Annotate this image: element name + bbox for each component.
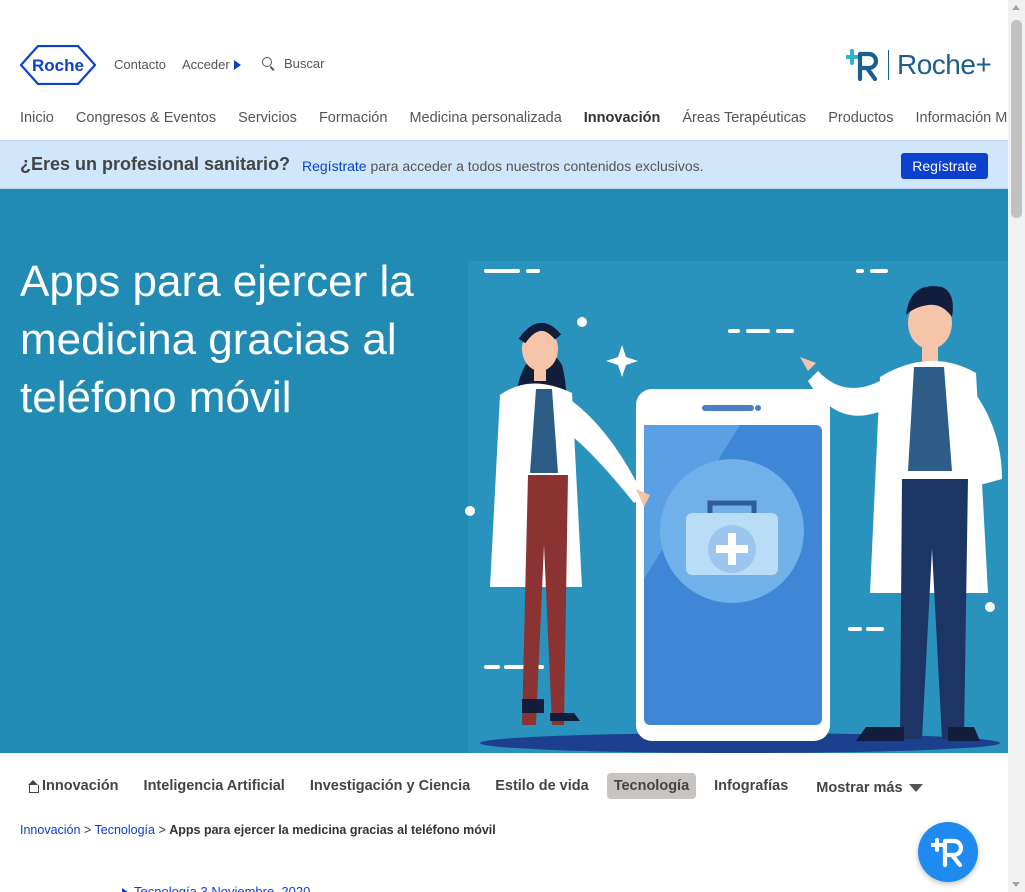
nav-item-servicios[interactable]: Servicios	[238, 110, 297, 132]
breadcrumb-separator: >	[80, 823, 95, 837]
search-bar	[262, 56, 364, 71]
home-icon	[27, 780, 39, 793]
scrollbar-thumb[interactable]	[1011, 20, 1022, 218]
tab-innovacion[interactable]: Innovación	[20, 773, 126, 799]
main-nav: Inicio Congresos & Eventos Servicios For…	[20, 110, 1025, 132]
banner-rest-text: para acceder a todos nuestros contenidos…	[366, 158, 704, 174]
tab-estilo-de-vida[interactable]: Estilo de vida	[488, 773, 595, 799]
caret-right-icon	[122, 888, 128, 892]
hero-title: Apps para ejercer la medicina gracias al…	[20, 257, 414, 422]
roche-plus-icon	[931, 838, 964, 868]
login-label: Acceder	[182, 57, 230, 72]
breadcrumb-innovacion[interactable]: Innovación	[20, 823, 80, 837]
breadcrumb-current: Apps para ejercer la medicina gracias al…	[169, 823, 496, 837]
contact-link[interactable]: Contacto	[114, 57, 166, 72]
nav-item-congresos[interactable]: Congresos & Eventos	[76, 110, 216, 132]
hero-section: Apps para ejercer la medicina gracias al…	[0, 189, 1008, 753]
scroll-down-arrow-icon[interactable]	[1012, 882, 1020, 887]
svg-text:Roche: Roche	[32, 56, 84, 75]
page-scrollbar[interactable]	[1008, 0, 1025, 892]
roche-logo[interactable]: Roche	[20, 45, 96, 85]
roche-plus-fab[interactable]	[918, 822, 978, 882]
show-more-label: Mostrar más	[816, 780, 903, 796]
banner-text: Regístrate para acceder a todos nuestros…	[302, 158, 704, 174]
article-date: 3 Noviembre, 2020	[200, 884, 311, 892]
breadcrumb-tecnologia[interactable]: Tecnología	[95, 823, 155, 837]
search-input[interactable]	[284, 56, 364, 71]
roche-plus-logo[interactable]: Roche+	[846, 48, 992, 82]
nav-item-medicina-personalizada[interactable]: Medicina personalizada	[409, 110, 561, 132]
login-link[interactable]: Acceder	[182, 57, 241, 72]
register-button[interactable]: Regístrate	[901, 153, 988, 179]
professional-banner: ¿Eres un profesional sanitario? Regístra…	[0, 140, 1008, 189]
breadcrumb: Innovación > Tecnología > Apps para ejer…	[20, 823, 496, 837]
site-header: Roche Contacto Acceder Roche+ Inicio Con…	[0, 0, 1025, 140]
show-more-button[interactable]: Mostrar más	[816, 776, 923, 796]
caret-right-icon	[233, 60, 241, 70]
roche-plus-text: Roche+	[888, 50, 992, 80]
nav-item-areas-terapeuticas[interactable]: Áreas Terapéuticas	[682, 110, 806, 132]
nav-item-innovacion[interactable]: Innovación	[584, 110, 661, 132]
category-tabs: Innovación Inteligencia Artificial Inves…	[20, 771, 923, 801]
chevron-down-icon	[908, 784, 923, 792]
search-icon[interactable]	[262, 56, 276, 71]
tab-infografias[interactable]: Infografías	[707, 773, 795, 799]
scroll-up-arrow-icon[interactable]	[1012, 5, 1020, 10]
article-category-link[interactable]: Tecnología	[134, 884, 197, 892]
nav-item-productos[interactable]: Productos	[828, 110, 893, 132]
nav-item-inicio[interactable]: Inicio	[20, 110, 54, 132]
tab-tecnologia[interactable]: Tecnología	[606, 773, 697, 799]
roche-plus-icon	[846, 49, 879, 82]
banner-question: ¿Eres un profesional sanitario?	[20, 154, 291, 174]
banner-register-link[interactable]: Regístrate	[302, 158, 367, 174]
article-meta: Tecnología 3 Noviembre, 2020	[122, 884, 310, 892]
breadcrumb-separator: >	[154, 823, 170, 837]
nav-item-formacion[interactable]: Formación	[319, 110, 388, 132]
tab-investigacion-ciencia[interactable]: Investigación y Ciencia	[303, 773, 477, 799]
tab-label: Innovación	[42, 778, 119, 794]
doctors-phone-illustration	[465, 261, 1008, 753]
tab-inteligencia-artificial[interactable]: Inteligencia Artificial	[137, 773, 292, 799]
